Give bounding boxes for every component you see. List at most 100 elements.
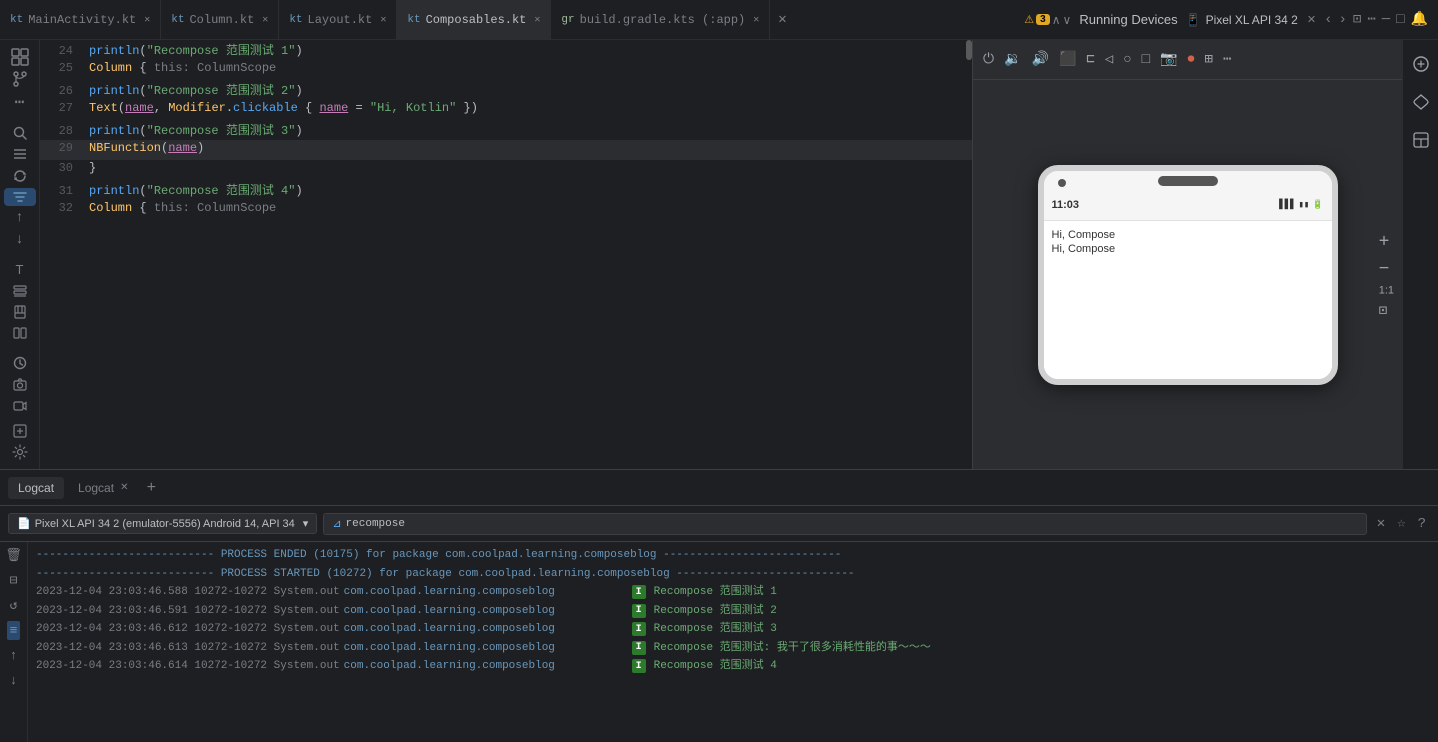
logcat-star-icon[interactable]: ☆ (1393, 513, 1409, 534)
log-msg-5: Recompose 范围测试 4 (654, 658, 777, 675)
sidebar-video-icon[interactable] (4, 397, 36, 414)
window-icon[interactable]: ⊡ (1353, 11, 1361, 28)
tab-close-mainactivity[interactable]: ✕ (144, 14, 150, 26)
sidebar-down-icon[interactable]: ↓ (4, 231, 36, 248)
code-line-28: 28 println("Recompose 范围测试 3") (40, 120, 972, 140)
tab-label: MainActivity.kt (28, 13, 136, 27)
logcat-filter-area[interactable]: ⊿ recompose (323, 513, 1366, 535)
logcat-refresh2-icon[interactable]: ↺ (8, 596, 20, 615)
tab-build[interactable]: gr build.gradle.kts (:app) ✕ (551, 0, 770, 40)
code-line-32: 32 Column { this: ColumnScope (40, 200, 972, 220)
code-line-24: 24 println("Recompose 范围测试 1") (40, 40, 972, 60)
tab-close-btn[interactable]: ✕ (770, 0, 794, 40)
tab-column[interactable]: kt Column.kt ✕ (161, 0, 279, 40)
sidebar-list-icon[interactable] (4, 282, 36, 299)
zoom-out-icon[interactable]: − (1379, 257, 1394, 278)
sidebar-filter-icon[interactable] (4, 188, 36, 205)
zoom-in-icon[interactable]: + (1379, 230, 1394, 251)
code-area[interactable]: 24 println("Recompose 范围测试 1") 25 Column… (40, 40, 972, 469)
sidebar-split-icon[interactable] (4, 325, 36, 342)
logcat-help-icon[interactable]: ? (1414, 514, 1430, 534)
notification-icon[interactable]: 🔔 (1411, 11, 1428, 28)
logcat-list-icon[interactable]: ≡ (7, 621, 21, 640)
rotate-icon[interactable]: ⬛ (1057, 49, 1078, 70)
fold-icon[interactable]: ⊏ (1084, 49, 1096, 70)
warning-badge[interactable]: ⚠ 3 ∧ ∨ (1024, 13, 1071, 27)
logcat-add-tab[interactable]: + (142, 479, 160, 497)
logcat-up2-icon[interactable]: ↑ (8, 646, 20, 665)
log-separator-started-text: --------------------------- PROCESS STAR… (36, 566, 855, 583)
right-gemini-icon[interactable] (1405, 86, 1437, 118)
sidebar-settings-icon[interactable] (4, 444, 36, 461)
minimize-icon[interactable]: ─ (1382, 12, 1390, 28)
sidebar-more-icon[interactable]: ⋯ (4, 92, 36, 112)
tab-label-column: Column.kt (189, 13, 254, 27)
back-icon[interactable]: ◁ (1103, 49, 1115, 70)
scrollbar-thumb (966, 40, 972, 60)
logcat-toolbar-left: 📄 Pixel XL API 34 2 (emulator-5556) Andr… (8, 513, 317, 534)
logcat-down2-icon[interactable]: ↓ (8, 671, 20, 690)
sidebar-up-icon[interactable]: ↑ (4, 210, 36, 227)
line-content-32: Column { this: ColumnScope (85, 201, 972, 215)
phone-frame[interactable]: 11:03 ▋▋▋ ▮▮ 🔋 Hi, Compose Hi, Compose (1038, 165, 1338, 385)
log-level-3: I (632, 622, 646, 636)
volume-down-icon[interactable]: 🔉 (1002, 49, 1023, 70)
sidebar-git-icon[interactable] (4, 70, 36, 88)
log-pkg-1: com.coolpad.learning.composeblog (344, 584, 624, 601)
logcat-device-selector[interactable]: 📄 Pixel XL API 34 2 (emulator-5556) Andr… (8, 513, 317, 534)
sidebar-refresh-icon[interactable] (4, 167, 36, 184)
sidebar-format-icon[interactable]: T (4, 261, 36, 278)
right-ai-icon[interactable] (1405, 48, 1437, 80)
power-icon[interactable]: ⏻ (981, 50, 996, 70)
tab-composables[interactable]: kt Composables.kt ✕ (397, 0, 551, 40)
logcat-filter2-icon[interactable]: ⊟ (8, 571, 20, 590)
logcat-clear-icon[interactable]: ✕ (1373, 513, 1389, 534)
warning-count: 3 (1036, 14, 1050, 25)
maximize-icon[interactable]: □ (1396, 12, 1404, 28)
home-icon[interactable]: ○ (1121, 50, 1133, 70)
volume-up-icon[interactable]: 🔊 (1030, 49, 1051, 70)
tab-close-composables[interactable]: ✕ (534, 14, 540, 26)
logcat-tab-2[interactable]: Logcat ✕ (68, 477, 138, 499)
emu-more-icon[interactable]: ⋯ (1221, 49, 1233, 70)
sidebar-history-icon[interactable] (4, 354, 36, 371)
sidebar-search-icon[interactable] (4, 124, 36, 141)
logcat-output[interactable]: --------------------------- PROCESS ENDE… (28, 542, 1438, 742)
chevron-right-icon[interactable]: › (1338, 12, 1346, 28)
log-pkg-2: com.coolpad.learning.composeblog (344, 603, 624, 620)
tab-layout[interactable]: kt Layout.kt ✕ (279, 0, 397, 40)
tab-close-layout[interactable]: ✕ (380, 14, 386, 26)
logcat-filter-text: recompose (346, 518, 405, 530)
line-num-28: 28 (40, 124, 85, 138)
record-icon[interactable]: ⏺ (1186, 50, 1197, 70)
fold-vert-icon[interactable]: ⊞ (1203, 49, 1215, 70)
line-num-30: 30 (40, 161, 85, 175)
logcat-tab-1[interactable]: Logcat (8, 477, 64, 499)
phone-time: 11:03 (1052, 199, 1080, 211)
line-num-31: 31 (40, 184, 85, 198)
logcat-tab-2-close[interactable]: ✕ (120, 482, 128, 493)
sidebar-project-icon[interactable] (4, 48, 36, 66)
logcat-left-icons: 🗑 ⊟ ↺ ≡ ↑ ↓ (0, 542, 28, 742)
tab-close-column[interactable]: ✕ (262, 14, 268, 26)
tab-mainactivity[interactable]: kt MainActivity.kt ✕ (0, 0, 161, 40)
line-num-25: 25 (40, 61, 85, 75)
chevron-left-icon[interactable]: ‹ (1324, 12, 1332, 28)
tab-label-composables: Composables.kt (426, 13, 527, 27)
pixel-tab-close[interactable]: ✕ (1307, 13, 1316, 26)
sidebar-structure-icon[interactable] (4, 146, 36, 163)
fit-screen-icon[interactable]: ⊡ (1379, 302, 1394, 319)
right-layout-icon[interactable] (1405, 124, 1437, 156)
overview-icon[interactable]: □ (1140, 50, 1152, 70)
tab-close-build[interactable]: ✕ (753, 14, 759, 26)
more-options-icon[interactable]: ⋯ (1367, 11, 1375, 28)
phone-screen[interactable]: Hi, Compose Hi, Compose (1044, 221, 1332, 379)
kotlin-file-icon-3: kt (289, 14, 302, 26)
logcat-trash-icon[interactable]: 🗑 (3, 546, 24, 565)
screenshot-icon[interactable]: 📷 (1158, 49, 1179, 70)
pixel-device-tab[interactable]: 📱 Pixel XL API 34 2 ✕ (1186, 13, 1316, 27)
sidebar-bookmark-icon[interactable] (4, 303, 36, 320)
code-line-30: 30 } (40, 160, 972, 180)
sidebar-camera-icon[interactable] (4, 376, 36, 393)
sidebar-event-icon[interactable] (4, 422, 36, 439)
